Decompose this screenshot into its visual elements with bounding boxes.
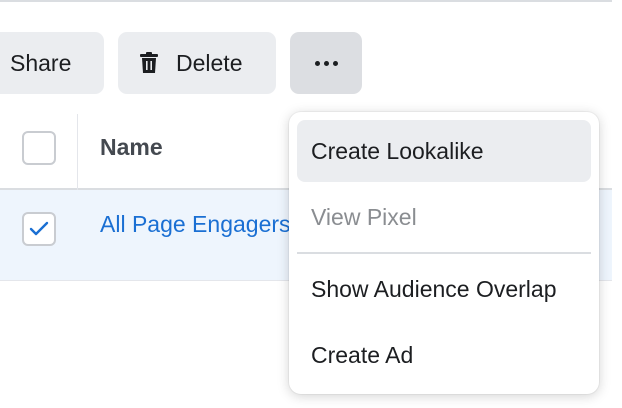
row-checkbox[interactable] [22, 212, 56, 246]
trash-icon [140, 52, 158, 73]
top-divider [0, 0, 612, 2]
menu-item-show-audience-overlap[interactable]: Show Audience Overlap [297, 258, 591, 320]
more-horizontal-icon [314, 60, 338, 66]
menu-item-create-lookalike[interactable]: Create Lookalike [297, 120, 591, 182]
delete-button[interactable]: Delete [118, 32, 276, 94]
select-all-checkbox[interactable] [22, 131, 56, 165]
delete-button-label: Delete [176, 49, 243, 76]
menu-item-create-ad[interactable]: Create Ad [297, 324, 591, 386]
audience-name-link[interactable]: All Page Engagers [100, 211, 291, 238]
share-button-label: Share [10, 49, 72, 76]
more-options-button[interactable] [290, 32, 362, 94]
share-button[interactable]: Share [0, 32, 104, 94]
menu-item-view-pixel[interactable]: View Pixel [297, 186, 591, 248]
check-icon [29, 221, 49, 236]
more-options-menu: Create Lookalike View Pixel Show Audienc… [289, 112, 599, 394]
menu-divider [297, 252, 591, 254]
column-header-name[interactable]: Name [100, 134, 163, 161]
